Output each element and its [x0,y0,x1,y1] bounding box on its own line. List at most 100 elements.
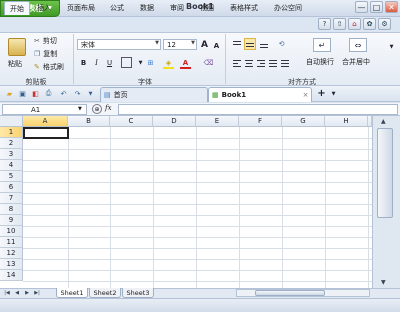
increase-font-button[interactable]: A [199,39,210,50]
row-header[interactable]: 1 [0,127,23,138]
row-header[interactable]: 9 [0,215,23,226]
tab-office-space[interactable]: 办公空间 [268,1,308,15]
row-header[interactable]: 12 [0,248,23,259]
row-header[interactable]: 7 [0,193,23,204]
tab-insert[interactable]: 插入 [32,1,56,15]
paste-icon[interactable] [8,38,26,56]
select-all-corner[interactable] [0,116,23,127]
print-icon[interactable]: ⎙ [43,88,54,99]
border-icon[interactable] [121,57,132,68]
undo-icon[interactable]: ↶ [58,88,69,99]
cut-button[interactable]: ✂ 剪切 [34,36,57,46]
save-icon[interactable]: ▣ [17,88,28,99]
row-header[interactable]: 14 [0,270,23,281]
tab-page-layout[interactable]: 页面布局 [60,1,102,15]
next-sheet-icon[interactable]: ▶ [23,289,31,297]
merge-center-icon[interactable]: ⇔ [349,38,367,52]
align-middle-icon[interactable] [244,38,256,50]
row-header[interactable]: 2 [0,138,23,149]
prev-sheet-icon[interactable]: ◀ [13,289,21,297]
sheet-tab-3[interactable]: Sheet3 [122,288,154,298]
column-header[interactable]: H [325,116,368,127]
row-header[interactable]: 13 [0,259,23,270]
help-icon[interactable]: ? [318,18,331,30]
horizontal-scroll-thumb[interactable] [255,290,325,296]
align-right-icon[interactable] [256,58,266,68]
close-button[interactable]: ✕ [385,1,398,13]
clear-format-icon[interactable]: ⌫ [203,57,214,68]
row-header[interactable]: 6 [0,182,23,193]
copy-button[interactable]: ❐ 复制 [34,49,57,59]
tab-view[interactable]: 视图 [194,1,220,15]
scroll-down-icon[interactable]: ▼ [381,279,386,286]
wrap-text-button[interactable]: 自动换行 [306,57,334,67]
row-header[interactable]: 3 [0,149,23,160]
row-header[interactable]: 8 [0,204,23,215]
scroll-thumb[interactable] [377,128,393,218]
column-header[interactable]: B [68,116,110,127]
decrease-font-button[interactable]: A [211,40,222,51]
close-tab-icon[interactable]: × [300,89,311,100]
align-top-icon[interactable] [232,39,242,49]
wrap-text-icon[interactable]: ↵ [313,38,331,52]
new-tab-icon[interactable]: + [316,88,327,99]
column-header[interactable]: C [110,116,153,127]
spreadsheet-grid[interactable]: A B C D E F G H 1 2 3 4 5 6 7 8 9 10 11 … [0,116,372,288]
settings-icon[interactable]: ⚙ [378,18,391,30]
row-header[interactable]: 5 [0,171,23,182]
font-name-select[interactable]: 宋体 ▼ [77,39,161,50]
doctab-book1[interactable]: ▦ Book1 [208,87,312,102]
distribute-icon[interactable] [280,58,290,68]
paste-button[interactable]: 粘贴 [8,59,22,69]
chevron-down-icon[interactable]: ▼ [386,41,397,52]
doctab-home[interactable]: ▤ 首页 [100,87,208,102]
first-sheet-icon[interactable]: |◀ [3,289,11,297]
grid-line [23,204,372,205]
chevron-down-icon[interactable]: ▼ [78,106,82,112]
tab-table-style[interactable]: 表格样式 [224,1,264,15]
row-header[interactable]: 11 [0,237,23,248]
name-box[interactable]: A1 [2,104,87,115]
tab-review[interactable]: 审阅 [164,1,190,15]
print-preview-icon[interactable]: ◧ [30,88,41,99]
home-icon[interactable]: ⌂ [348,18,361,30]
up-arrow-icon[interactable]: ⇧ [333,18,346,30]
align-bottom-icon[interactable] [259,39,269,49]
merge-cells-icon[interactable]: ⊞ [145,57,156,68]
align-center-icon[interactable] [244,58,254,68]
column-header[interactable]: A [23,116,68,127]
scroll-up-icon[interactable]: ▲ [381,118,386,125]
active-cell[interactable] [23,127,69,139]
tab-formula[interactable]: 公式 [104,1,130,15]
last-sheet-icon[interactable]: ▶| [33,289,41,297]
column-header[interactable]: D [153,116,196,127]
redo-icon[interactable]: ↷ [72,88,83,99]
column-header[interactable]: F [239,116,282,127]
column-header[interactable]: E [196,116,239,127]
sheet-tab-2[interactable]: Sheet2 [89,288,121,298]
font-size-select[interactable]: 12 ▼ [163,39,197,50]
sheet-tab-1[interactable]: Sheet1 [56,288,88,298]
format-painter-button[interactable]: ✎ 格式刷 [34,62,64,72]
column-header[interactable]: G [282,116,325,127]
underline-button[interactable]: U [104,57,115,68]
fx-button[interactable]: fx [105,104,112,112]
align-left-icon[interactable] [232,58,242,68]
minimize-button[interactable]: — [355,1,368,13]
open-folder-icon[interactable]: ▰ [4,88,15,99]
italic-button[interactable]: I [91,57,102,68]
row-header[interactable]: 4 [0,160,23,171]
chevron-down-icon[interactable]: ▼ [328,88,339,99]
skin-icon[interactable]: ✿ [363,18,376,30]
tab-home[interactable]: 开始 [4,1,30,15]
row-header[interactable]: 10 [0,226,23,237]
justify-icon[interactable] [268,58,278,68]
maximize-button[interactable]: □ [370,1,383,13]
chevron-down-icon[interactable]: ▼ [85,88,96,99]
merge-center-button[interactable]: 合并居中 [342,57,370,67]
formula-input[interactable] [118,104,398,115]
bold-button[interactable]: B [78,57,89,68]
zoom-icon[interactable]: ⊕ [92,104,102,114]
tab-data[interactable]: 数据 [134,1,160,15]
text-direction-icon[interactable]: ⟲ [276,38,287,49]
